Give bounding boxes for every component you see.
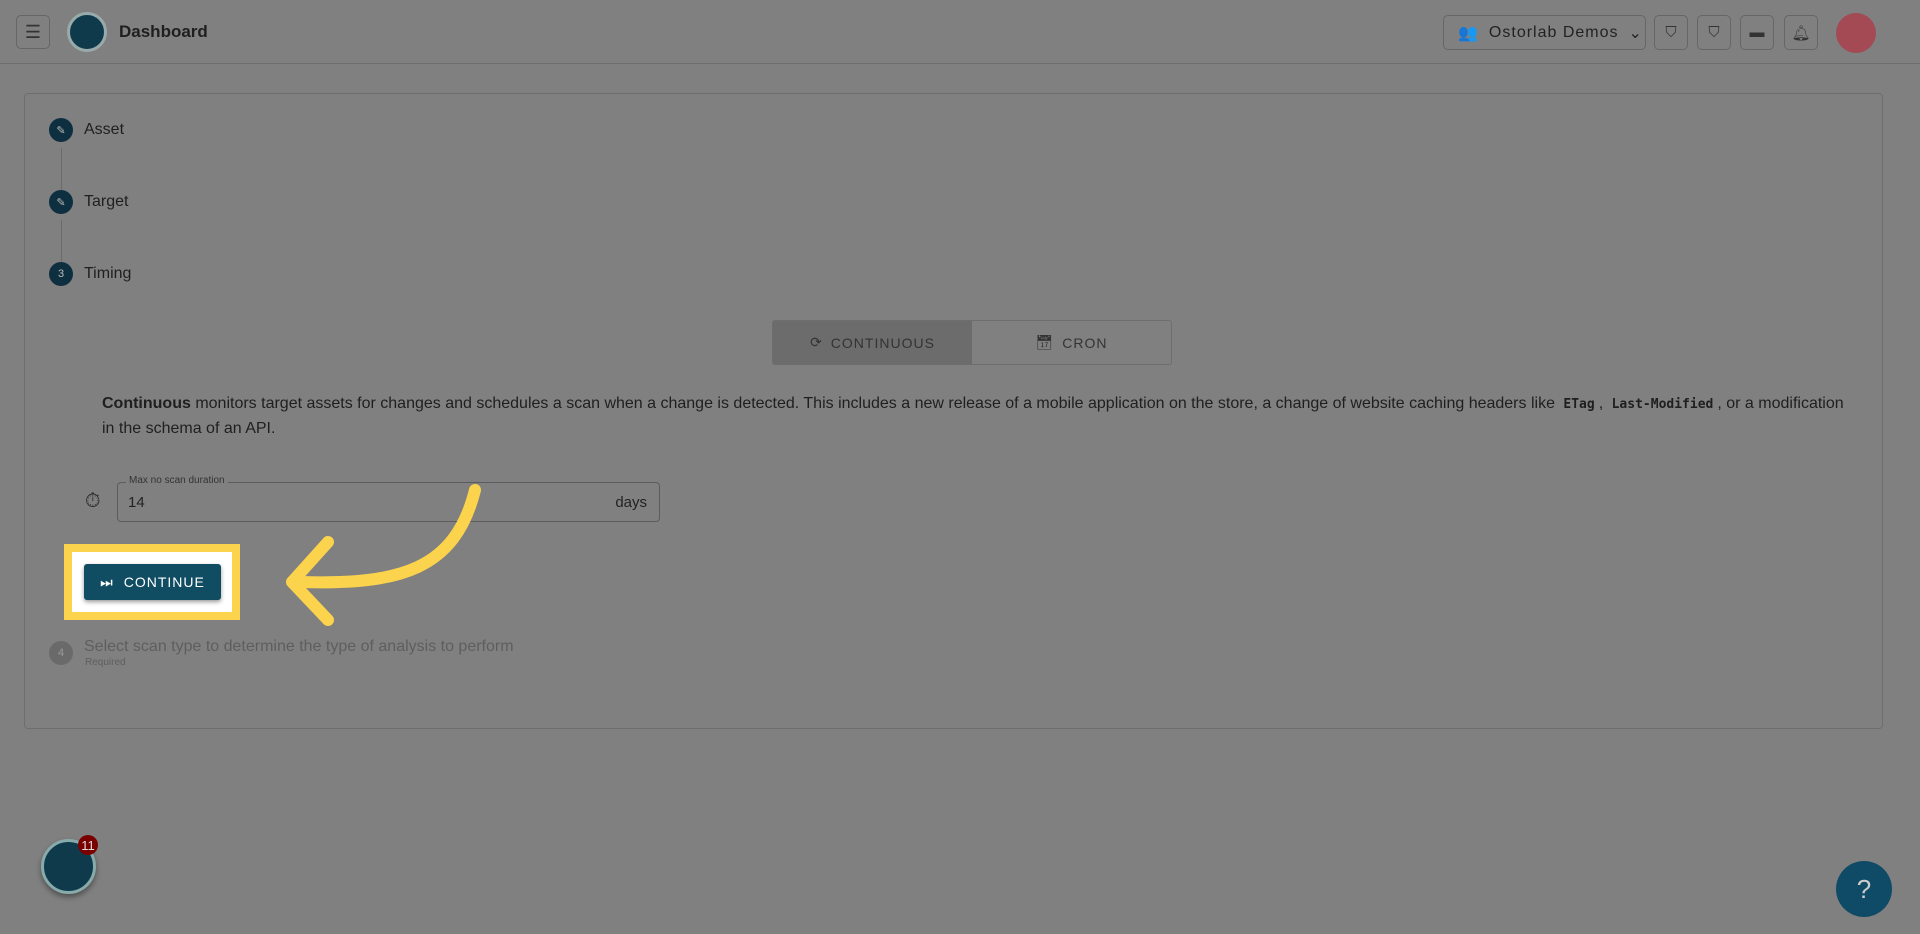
arrow-curve (294, 484, 481, 589)
step-number: 4 (49, 641, 73, 665)
notification-badge: 11 (78, 835, 98, 855)
help-button[interactable]: ? (1836, 861, 1892, 917)
pointer-arrow (286, 484, 481, 626)
step-required: Required (85, 657, 126, 668)
step-scan-type: Select scan type to determine the type o… (84, 638, 514, 655)
